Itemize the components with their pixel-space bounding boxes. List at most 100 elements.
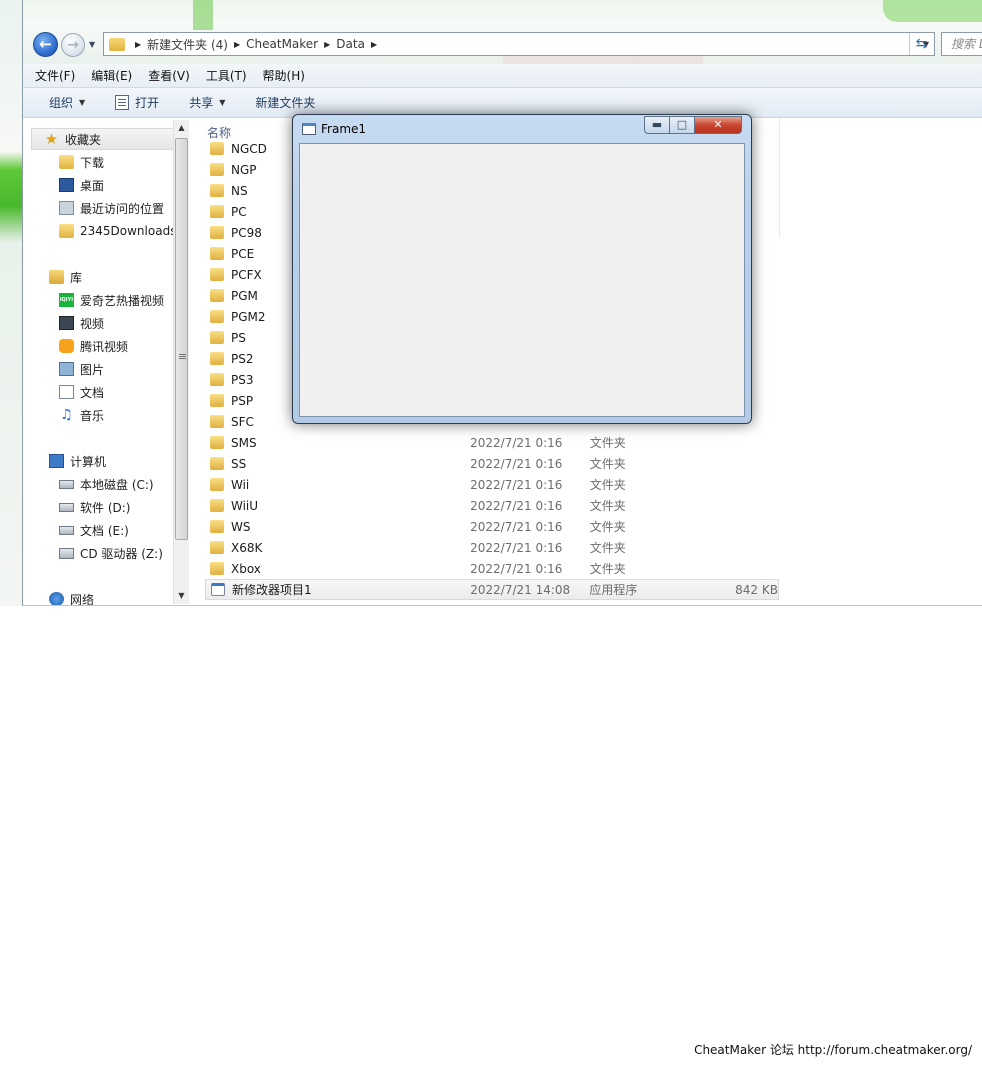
video-icon bbox=[59, 316, 74, 330]
nav-item-documents[interactable]: 文档 bbox=[23, 381, 189, 403]
file-name: X68K bbox=[231, 540, 263, 555]
file-type: 文件夹 bbox=[589, 436, 626, 450]
forward-button[interactable]: → bbox=[61, 33, 85, 57]
file-name: Xbox bbox=[231, 561, 261, 576]
chevron-right-icon[interactable]: ▶ bbox=[135, 40, 141, 49]
nav-network[interactable]: 网络 bbox=[23, 588, 189, 605]
column-divider bbox=[779, 118, 780, 238]
grip-icon bbox=[179, 354, 186, 355]
breadcrumb-item[interactable]: Data bbox=[336, 37, 365, 51]
navigation-pane: ★ 收藏夹 下载 桌面 最近访问的位置 2345Downloads 库 iQIYI… bbox=[23, 118, 189, 605]
new-folder-button[interactable]: 新建文件夹 bbox=[255, 94, 315, 111]
file-type: 文件夹 bbox=[589, 457, 626, 471]
file-row[interactable]: SS 2022/7/21 0:16 文件夹 bbox=[205, 453, 779, 474]
document-icon bbox=[59, 385, 74, 399]
nav-item-drive-e[interactable]: 文档 (E:) bbox=[23, 519, 189, 541]
file-date: 2022/7/21 0:16 bbox=[470, 477, 563, 492]
search-input[interactable]: 搜索 D bbox=[941, 32, 982, 56]
desktop-icon bbox=[59, 178, 74, 192]
drive-icon bbox=[59, 525, 74, 535]
frame1-window[interactable]: Frame1 ▬ □ ✕ bbox=[292, 114, 752, 424]
nav-item-2345downloads[interactable]: 2345Downloads bbox=[23, 220, 189, 242]
nav-item-downloads[interactable]: 下载 bbox=[23, 151, 189, 173]
folder-icon bbox=[210, 205, 224, 218]
organize-button[interactable]: 组织 ▼ bbox=[49, 94, 85, 111]
nav-item-cd-drive[interactable]: CD 驱动器 (Z:) bbox=[23, 542, 189, 564]
scroll-down-icon[interactable]: ▼ bbox=[174, 588, 189, 604]
file-row[interactable]: Wii 2022/7/21 0:16 文件夹 bbox=[205, 474, 779, 495]
library-icon bbox=[49, 270, 64, 284]
nav-favorites[interactable]: ★ 收藏夹 bbox=[31, 128, 181, 150]
window-client-area[interactable] bbox=[299, 143, 745, 417]
file-name: WiiU bbox=[231, 498, 259, 513]
file-row[interactable]: WiiU 2022/7/21 0:16 文件夹 bbox=[205, 495, 779, 516]
folder-icon bbox=[210, 289, 224, 302]
file-row[interactable]: WS 2022/7/21 0:16 文件夹 bbox=[205, 516, 779, 537]
folder-icon bbox=[210, 352, 224, 365]
nav-item-desktop[interactable]: 桌面 bbox=[23, 174, 189, 196]
nav-item-music[interactable]: ♫ 音乐 bbox=[23, 404, 189, 426]
scrollbar-thumb[interactable] bbox=[175, 138, 188, 540]
chevron-right-icon[interactable]: ▶ bbox=[324, 40, 330, 49]
nav-label: 腾讯视频 bbox=[80, 339, 129, 354]
file-type: 文件夹 bbox=[589, 478, 626, 492]
star-icon: ★ bbox=[44, 130, 59, 148]
file-row[interactable]: 新修改器项目1 2022/7/21 14:08 应用程序 842 KB bbox=[205, 579, 779, 600]
back-button[interactable]: ← bbox=[33, 32, 58, 57]
file-date: 2022/7/21 0:16 bbox=[470, 498, 563, 513]
glass-decoration bbox=[193, 0, 213, 30]
folder-icon bbox=[210, 163, 224, 176]
nav-scrollbar[interactable]: ▲ ▼ bbox=[173, 120, 189, 604]
drive-icon bbox=[59, 502, 74, 512]
nav-item-videos[interactable]: 视频 bbox=[23, 312, 189, 334]
nav-libraries[interactable]: 库 bbox=[23, 266, 189, 288]
scroll-up-icon[interactable]: ▲ bbox=[174, 120, 189, 136]
minimize-button[interactable]: ▬ bbox=[644, 116, 670, 134]
share-button[interactable]: 共享 ▼ bbox=[189, 94, 225, 111]
close-button[interactable]: ✕ bbox=[694, 116, 742, 134]
file-row[interactable]: SMS 2022/7/21 0:16 文件夹 bbox=[205, 432, 779, 453]
nav-computer[interactable]: 计算机 bbox=[23, 450, 189, 472]
menu-view[interactable]: 查看(V) bbox=[148, 67, 190, 84]
maximize-button[interactable]: □ bbox=[669, 116, 695, 134]
menu-file[interactable]: 文件(F) bbox=[35, 67, 75, 84]
breadcrumb-item[interactable]: 新建文件夹 (4) bbox=[147, 36, 228, 53]
nav-label: 最近访问的位置 bbox=[80, 201, 165, 216]
folder-icon bbox=[210, 268, 224, 281]
chevron-right-icon[interactable]: ▶ bbox=[234, 40, 240, 49]
application-icon bbox=[211, 583, 225, 596]
breadcrumb-item[interactable]: CheatMaker bbox=[246, 37, 318, 51]
file-name: Wii bbox=[231, 477, 250, 492]
file-row[interactable]: X68K 2022/7/21 0:16 文件夹 bbox=[205, 537, 779, 558]
chevron-right-icon[interactable]: ▶ bbox=[371, 40, 377, 49]
file-row[interactable]: Xbox 2022/7/21 0:16 文件夹 bbox=[205, 558, 779, 579]
nav-label: 库 bbox=[70, 270, 83, 285]
nav-item-drive-c[interactable]: 本地磁盘 (C:) bbox=[23, 473, 189, 495]
nav-item-pictures[interactable]: 图片 bbox=[23, 358, 189, 380]
nav-label: 软件 (D:) bbox=[80, 500, 131, 515]
folder-icon bbox=[210, 226, 224, 239]
chevron-down-icon: ▼ bbox=[219, 98, 226, 107]
refresh-button[interactable]: ⇆ bbox=[909, 33, 933, 55]
recent-pages-dropdown[interactable]: ▼ bbox=[89, 40, 99, 50]
menu-tools[interactable]: 工具(T) bbox=[206, 67, 247, 84]
folder-icon bbox=[210, 394, 224, 407]
open-button[interactable]: 打开 bbox=[115, 94, 159, 111]
folder-icon bbox=[210, 373, 224, 386]
nav-item-drive-d[interactable]: 软件 (D:) bbox=[23, 496, 189, 518]
menu-help[interactable]: 帮助(H) bbox=[263, 67, 305, 84]
nav-item-tencent-video[interactable]: 腾讯视频 bbox=[23, 335, 189, 357]
nav-label: 视频 bbox=[80, 316, 105, 331]
nav-label: 爱奇艺热播视频 bbox=[80, 293, 165, 308]
folder-icon bbox=[59, 155, 74, 169]
file-date: 2022/7/21 14:08 bbox=[470, 582, 571, 597]
recent-places-icon bbox=[59, 201, 74, 215]
window-titlebar: ← → ▼ ▶ 新建文件夹 (4) ▶ CheatMaker ▶ Data ▶ … bbox=[23, 0, 982, 64]
nav-item-iqiyi[interactable]: iQIYI 爱奇艺热播视频 bbox=[23, 289, 189, 311]
nav-label: 文档 (E:) bbox=[80, 523, 129, 538]
file-type: 文件夹 bbox=[589, 541, 626, 555]
address-bar[interactable]: ▶ 新建文件夹 (4) ▶ CheatMaker ▶ Data ▶ ▼ bbox=[103, 32, 935, 56]
nav-item-recent[interactable]: 最近访问的位置 bbox=[23, 197, 189, 219]
menu-edit[interactable]: 编辑(E) bbox=[91, 67, 132, 84]
file-name: WS bbox=[231, 519, 251, 534]
